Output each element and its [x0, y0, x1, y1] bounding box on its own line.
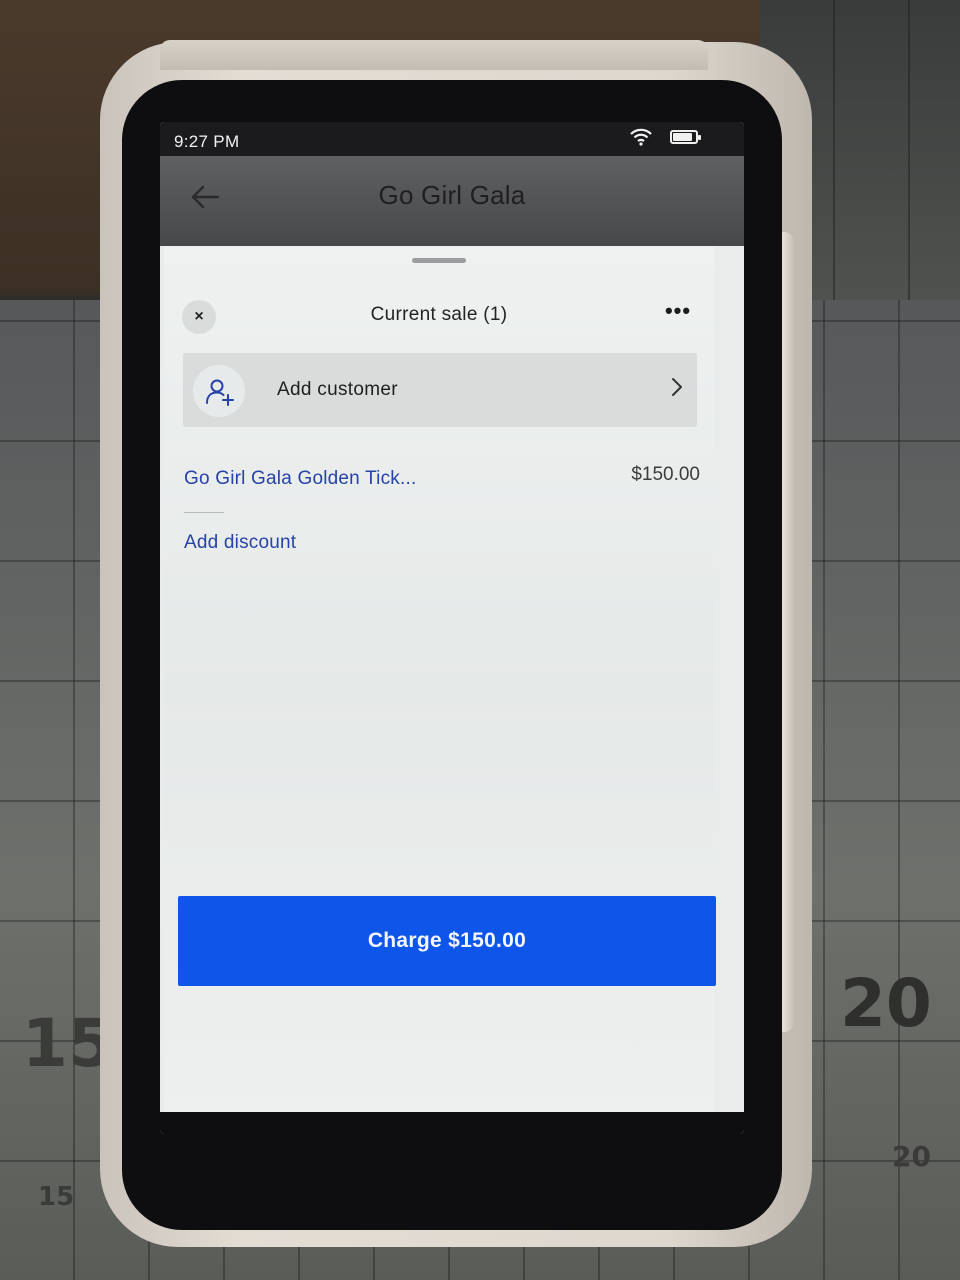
device-screen: 9:27 PM Go Girl Gala × Current sale (1) …: [160, 122, 744, 1134]
sheet-title: Current sale (1): [370, 304, 508, 325]
drag-handle[interactable]: [412, 258, 466, 263]
device-top-edge: [160, 40, 708, 70]
photo-scene: 20 15 20 15 9:27 PM Go Girl Gala × Curre…: [0, 0, 960, 1280]
line-item-name[interactable]: Go Girl Gala Golden Tick...: [184, 468, 416, 490]
line-item-price: $150.00: [631, 464, 700, 485]
avatar: [193, 365, 245, 417]
app-header: Go Girl Gala: [160, 156, 744, 246]
chevron-right-icon: [672, 378, 682, 396]
screen-bottom-edge: [160, 1112, 744, 1134]
status-time: 9:27 PM: [174, 132, 240, 151]
add-customer-button[interactable]: Add customer: [183, 353, 697, 427]
battery-icon: [670, 130, 701, 144]
add-customer-label: Add customer: [277, 379, 398, 400]
charge-button[interactable]: Charge $150.00: [178, 896, 716, 986]
current-sale-sheet: × Current sale (1) ••• Add customer Go G…: [164, 246, 714, 1134]
add-discount-link[interactable]: Add discount: [184, 532, 296, 554]
add-person-icon: [206, 379, 234, 406]
ruler-number: 20: [892, 1140, 931, 1173]
ruler-number: 20: [840, 965, 932, 1042]
divider: [184, 512, 224, 513]
page-title: Go Girl Gala: [378, 180, 526, 210]
status-bar: 9:27 PM: [160, 122, 744, 156]
more-options-button[interactable]: •••: [660, 298, 696, 326]
charge-button-label: Charge $150.00: [367, 929, 527, 952]
wifi-icon: [630, 128, 652, 146]
ruler-number: 15: [38, 1182, 75, 1212]
